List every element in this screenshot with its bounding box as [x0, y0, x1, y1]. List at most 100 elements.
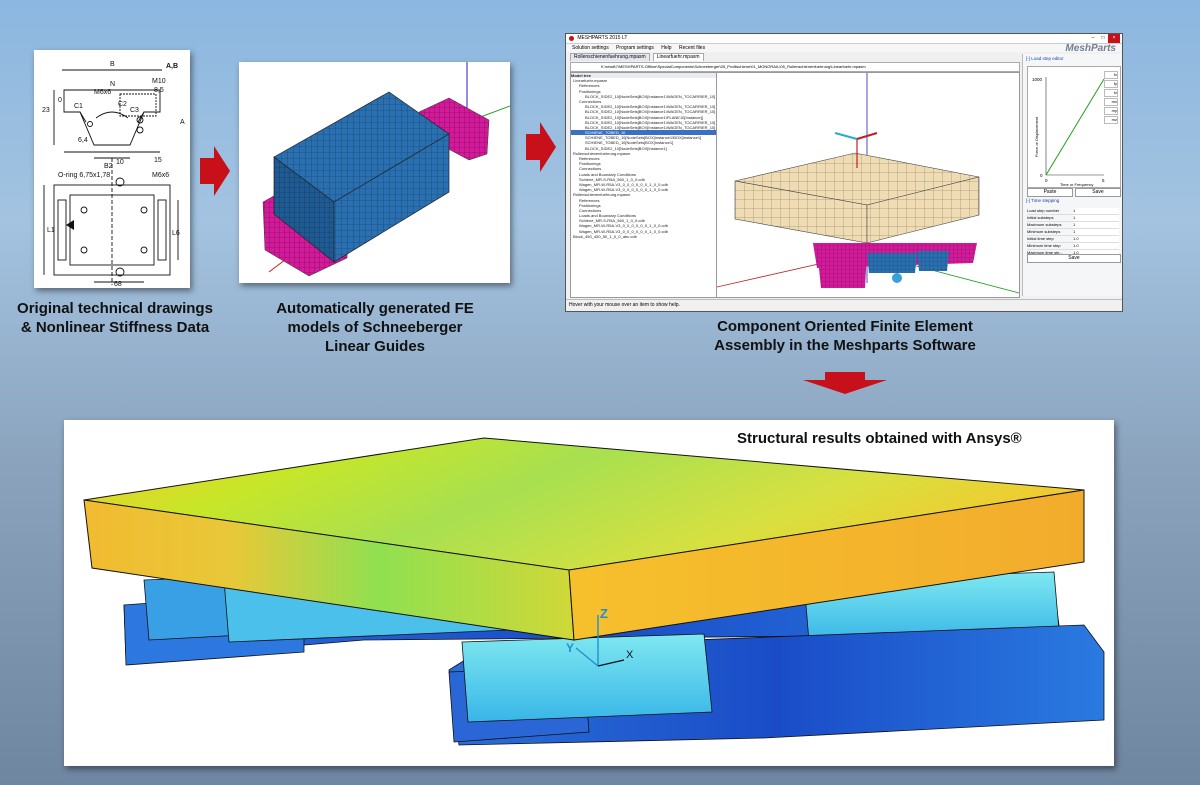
fe-model-panel: [239, 62, 510, 283]
dim-64: 6,4: [78, 137, 88, 144]
meshparts-logo: MeshParts: [1065, 43, 1116, 54]
dim-m6x6-bottom: M6x6: [152, 172, 169, 179]
window-titlebar: MESHPARTS 2015 LT – □ ×: [566, 34, 1122, 44]
fe-model-view: [262, 62, 510, 277]
tab-rollenschienenfuehrung[interactable]: Rollenschienenfuehrung.mpasm: [570, 53, 650, 61]
dim-10: 10: [116, 159, 124, 166]
settings-row: Minimum substeps 1: [1027, 229, 1119, 236]
plot-ymin: 0: [1040, 173, 1043, 178]
menu-recent-files[interactable]: Recent files: [679, 45, 705, 51]
caption-assembly-line2: Assembly in the Meshparts Software: [714, 337, 976, 354]
results-title: Structural results obtained with Ansys®: [737, 430, 1022, 447]
dim-c3: C3: [130, 107, 139, 114]
tree-item[interactable]: Block_450_450_50_1_0_0_abc.cdb: [571, 234, 717, 239]
settings-label: Load step number: [1027, 208, 1060, 213]
legend-item[interactable]: my: [1104, 107, 1118, 115]
status-text: Hover with your mouse over an item to sh…: [569, 302, 680, 308]
load-step-editor-header[interactable]: [-] Load step editor: [1026, 56, 1122, 62]
caption-fe-line2: models of Schneeberger: [287, 319, 463, 336]
dim-15: 15: [154, 157, 162, 164]
model-tree: Model tree Linearfuehr.mpasm References …: [570, 72, 718, 298]
settings-row: Initial substeps 1: [1027, 215, 1119, 222]
settings-value[interactable]: 1: [1073, 222, 1119, 228]
dim-l1: L1: [47, 227, 55, 234]
dim-ab: A,B: [166, 63, 178, 70]
caption-fe-line1: Automatically generated FE: [276, 300, 474, 317]
ansys-results-view: Z Y X: [83, 437, 1105, 746]
save-button[interactable]: Save: [1075, 188, 1121, 197]
time-settings-table: Load step number 1 Initial substeps 1 Ma…: [1027, 208, 1119, 257]
caption-drawings-line2: & Nonlinear Stiffness Data: [20, 319, 210, 336]
technical-drawing: B N A,B M10 8,5 M6x6 23 A 0 C1 C2 C3 B2 …: [42, 61, 185, 288]
settings-row: Maximum substeps 1: [1027, 222, 1119, 229]
settings-value[interactable]: 1: [1073, 208, 1119, 214]
dim-c1: C1: [74, 103, 83, 110]
settings-value[interactable]: 1.0: [1073, 243, 1119, 249]
plot-legend: fx fy fz mx my mz: [1104, 71, 1118, 125]
load-step-plot: 1000 0 0 5 Time or Frequency Force or Di…: [1027, 66, 1121, 188]
tree-item[interactable]: BLOCK_SIDE2_10[NodeSets]BOX[Instance1\WA…: [571, 109, 717, 114]
legend-item[interactable]: fx: [1104, 71, 1118, 79]
legend-item[interactable]: fy: [1104, 80, 1118, 88]
dim-n: N: [110, 81, 115, 88]
right-panel: [-] Load step editor 1000 0 0 5 Time or …: [1022, 54, 1122, 296]
triad-y-label: Y: [566, 641, 574, 655]
meshparts-window: MESHPARTS 2015 LT – □ × Solution settings …: [565, 33, 1123, 312]
viewport-3d[interactable]: [716, 72, 1020, 298]
legend-item[interactable]: fz: [1104, 89, 1118, 97]
menu-solution-settings[interactable]: Solution settings: [572, 45, 609, 51]
settings-label: Minimum substeps: [1027, 229, 1061, 234]
technical-drawing-panel: B N A,B M10 8,5 M6x6 23 A 0 C1 C2 C3 B2 …: [34, 50, 190, 288]
dim-c2: C2: [118, 101, 127, 108]
legend-item[interactable]: mz: [1104, 116, 1118, 124]
dim-23: 23: [42, 107, 50, 114]
dim-m10: M10: [152, 78, 166, 85]
caption-assembly: Component Oriented Finite Element Assemb…: [680, 317, 1010, 355]
ansys-results-panel: Z Y X: [64, 420, 1114, 766]
save-settings-button[interactable]: Save: [1027, 254, 1121, 263]
paste-button[interactable]: Paste: [1027, 188, 1073, 197]
plot-ylabel: Force or Displacement: [1034, 116, 1039, 157]
caption-drawings: Original technical drawings & Nonlinear …: [0, 299, 230, 337]
legend-item[interactable]: mx: [1104, 98, 1118, 106]
tree-item[interactable]: BLOCK_SIDE2_10[NodeSets]BOX[Instance1\PL…: [571, 115, 717, 120]
dim-b: B: [110, 61, 115, 68]
settings-row: Minimum time step 1.0: [1027, 243, 1119, 250]
dim-68: 68: [114, 281, 122, 288]
path-bar: K:\retail\7\MESHPARTS-Offline\SpecialCom…: [570, 62, 1020, 72]
dim-a: A: [180, 119, 185, 126]
arrow-down: [803, 372, 887, 394]
close-button[interactable]: ×: [1108, 34, 1120, 43]
menu-bar: Solution settings Program settings Help …: [566, 44, 1122, 52]
dim-l6: L6: [172, 230, 180, 237]
minimize-button[interactable]: –: [1088, 34, 1098, 43]
time-stepping-header[interactable]: [-] Time stepping: [1026, 198, 1059, 204]
menu-help[interactable]: Help: [661, 45, 671, 51]
dim-oring: O-ring 6,75x1,78: [58, 172, 110, 179]
settings-value[interactable]: 1: [1073, 215, 1119, 221]
settings-label: Initial time step: [1027, 236, 1054, 241]
settings-value[interactable]: 1.0: [1073, 236, 1119, 242]
dim-0: 0: [58, 97, 62, 104]
plot-xlabel: Time or Frequency: [1060, 182, 1093, 187]
caption-fe-models: Automatically generated FE models of Sch…: [255, 299, 495, 356]
document-tabs: Rollenschienenfuehrung.mpasm Linearfuehr.…: [566, 53, 1030, 61]
assembly-view: [717, 73, 1019, 294]
path-text[interactable]: K:\retail\7\MESHPARTS-Offline\SpecialCom…: [601, 64, 866, 69]
status-bar: Hover with your mouse over an item to sh…: [566, 299, 1122, 310]
settings-value[interactable]: 1: [1073, 229, 1119, 235]
dim-85: 8,5: [154, 87, 164, 94]
settings-label: Initial substeps: [1027, 215, 1054, 220]
maximize-button[interactable]: □: [1098, 34, 1108, 43]
caption-assembly-line1: Component Oriented Finite Element: [717, 318, 973, 335]
settings-row: Load step number 1: [1027, 208, 1119, 215]
tab-linearfuehr[interactable]: Linearfuehr.mpasm: [652, 53, 704, 61]
caption-fe-line3: Linear Guides: [324, 338, 426, 355]
menu-program-settings[interactable]: Program settings: [616, 45, 654, 51]
arrow-right-1: [200, 146, 230, 196]
dim-m6x6-top: M6x6: [94, 89, 111, 96]
plot-ymax: 1000: [1032, 77, 1043, 82]
settings-row: Initial time step 1.0: [1027, 236, 1119, 243]
dim-b2: B2: [104, 163, 113, 170]
plot-xmin: 0: [1045, 178, 1048, 183]
